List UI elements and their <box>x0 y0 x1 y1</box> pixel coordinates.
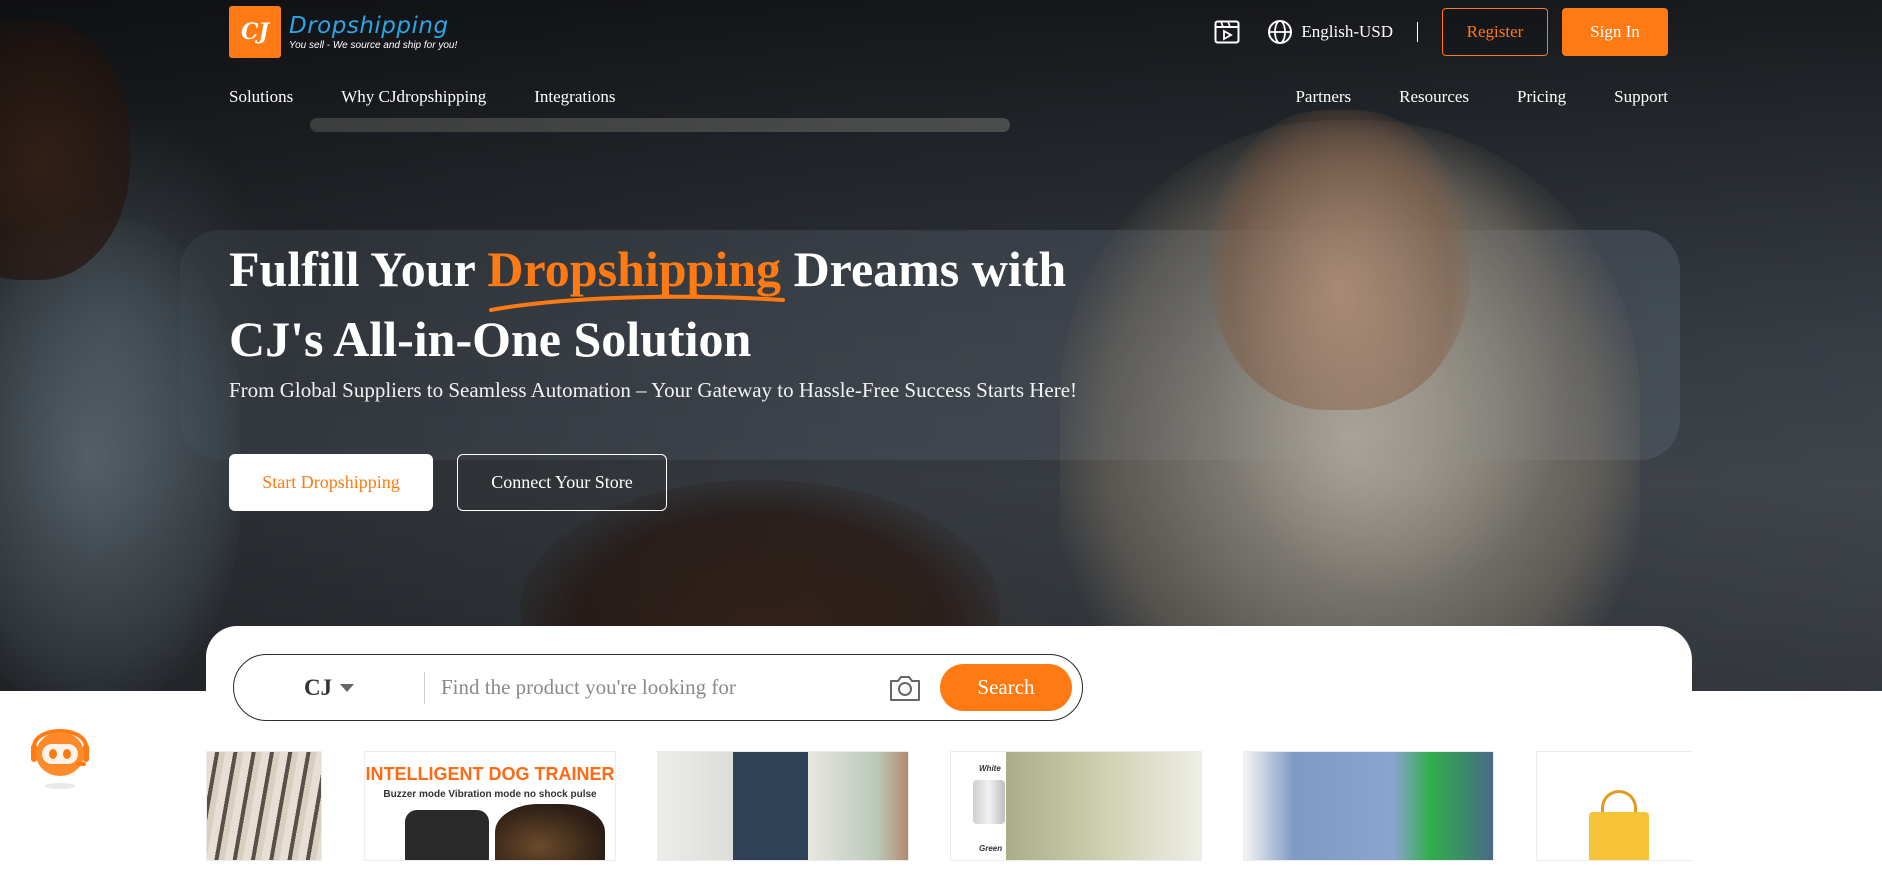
product-image-device <box>405 810 489 860</box>
globe-icon <box>1268 20 1293 44</box>
connect-your-store-button[interactable]: Connect Your Store <box>457 454 667 511</box>
logo-name: Dropshipping <box>289 13 449 39</box>
product-card-dog-trainer[interactable]: INTELLIGENT DOG TRAINER Buzzer mode Vibr… <box>364 751 616 861</box>
variant-label-green: Green <box>979 844 1003 853</box>
product-image-cup <box>973 780 1005 824</box>
product-image-dog <box>495 804 605 860</box>
video-icon[interactable] <box>1213 18 1241 46</box>
nav-support[interactable]: Support <box>1614 87 1668 107</box>
main-nav-right: Partners Resources Pricing Support <box>1295 87 1668 107</box>
product-card-bag[interactable] <box>1536 751 1692 861</box>
product-image-bag <box>1589 812 1649 860</box>
hero-subheadline: From Global Suppliers to Seamless Automa… <box>229 378 1078 402</box>
register-button[interactable]: Register <box>1442 8 1548 56</box>
product-card-cups[interactable]: White Green <box>950 751 1202 861</box>
main-nav-left: Solutions Why CJdropshipping Integration… <box>229 87 615 107</box>
product-subtitle: Buzzer mode Vibration mode no shock puls… <box>383 789 597 800</box>
logo-tagline: You sell - We source and ship for you! <box>289 40 458 51</box>
robot-assistant-icon[interactable] <box>22 720 98 790</box>
language-selector[interactable]: English-USD <box>1267 19 1393 45</box>
logo-mark: CJ <box>229 6 281 58</box>
nav-pricing[interactable]: Pricing <box>1517 87 1566 107</box>
product-search-bar: CJ Search <box>233 654 1083 721</box>
language-label: English-USD <box>1301 22 1393 41</box>
nav-partners[interactable]: Partners <box>1295 87 1351 107</box>
start-dropshipping-button[interactable]: Start Dropshipping <box>229 454 433 511</box>
headline-line-2: CJ's All-in-One Solution <box>229 311 752 367</box>
product-title: INTELLIGENT DOG TRAINER <box>365 764 615 784</box>
caret-down-icon <box>340 683 355 692</box>
nav-resources[interactable]: Resources <box>1399 87 1469 107</box>
hero-headline: Fulfill Your Dropshipping Dreams with CJ… <box>229 234 1209 374</box>
nav-why-cjdropshipping[interactable]: Why CJdropshipping <box>341 87 486 107</box>
search-scope-label: CJ <box>303 674 333 700</box>
headline-part-2: Dreams with <box>793 241 1067 297</box>
headline-part-1: Fulfill Your <box>229 241 475 297</box>
headline-highlight: Dropshipping <box>487 234 786 312</box>
product-card-shirts[interactable] <box>206 751 322 861</box>
search-input[interactable] <box>425 655 888 720</box>
search-scope-dropdown[interactable]: CJ <box>234 655 424 720</box>
variant-label-white: White <box>979 764 1001 773</box>
product-card-blouses[interactable] <box>1243 751 1494 861</box>
product-card-blazer-set[interactable] <box>657 751 909 861</box>
search-button[interactable]: Search <box>940 664 1072 711</box>
camera-icon[interactable] <box>888 673 922 703</box>
brush-underline <box>489 294 786 312</box>
nav-integrations[interactable]: Integrations <box>534 87 615 107</box>
site-logo[interactable]: CJ Dropshipping You sell - We source and… <box>229 6 457 58</box>
nav-solutions[interactable]: Solutions <box>229 87 293 107</box>
header-actions: English-USD Register Sign In <box>1213 8 1668 56</box>
header-divider <box>1417 22 1418 42</box>
sign-in-button[interactable]: Sign In <box>1562 8 1668 56</box>
